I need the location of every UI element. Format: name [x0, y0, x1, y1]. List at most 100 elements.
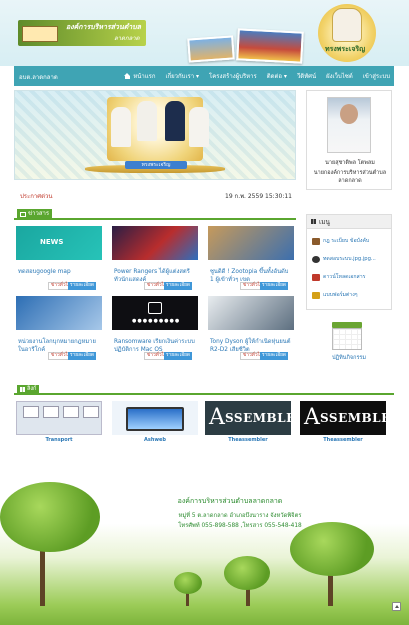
nav-item-home[interactable]: หน้าแรก	[124, 71, 155, 81]
news-thumbnail[interactable]	[208, 226, 294, 260]
site-footer: องค์การบริหารส่วนตำบลลาดกลาด หมู่ที่ 5 ต…	[0, 456, 409, 625]
link-banner-ashweb[interactable]	[112, 401, 198, 435]
password-dots: ●●●●●●●●●	[132, 318, 181, 324]
footer-phone: โทรศัพท์ 055-898-588 ,โทรสาร 055-548-418	[178, 523, 302, 529]
grid-icon	[20, 387, 25, 392]
link-label-ashweb[interactable]: Ashweb	[112, 437, 198, 443]
news-heading: ข่าวสาร	[28, 210, 50, 217]
news-thumbnail[interactable]	[208, 296, 294, 330]
nav-item-contact[interactable]: ติดต่อ ▾	[267, 71, 287, 81]
news-card[interactable]: ซูนดิดี ! Zootopia ขึ้นทั้งอันดับ 1 ผู้เ…	[208, 226, 294, 290]
nav-item-sitemap[interactable]: ผังเว็บไซต์	[326, 71, 353, 81]
nav-item-about[interactable]: เกี่ยวกับเรา ▾	[165, 71, 199, 81]
calendar-grid	[332, 328, 362, 350]
download-icon	[312, 273, 320, 281]
news-detail-button[interactable]: รายละเอียด	[164, 352, 193, 360]
news-detail-button[interactable]: รายละเอียด	[68, 352, 97, 360]
menu-heading: เมนู	[319, 217, 330, 226]
link-banner-theassembler[interactable]: A SSEMBLER	[300, 401, 401, 435]
nav-item-structure[interactable]: โครงสร้างผู้บริหาร	[209, 71, 257, 81]
window-thumb	[23, 406, 39, 418]
link-label-theassembler[interactable]: Theassembler	[300, 437, 386, 443]
menu-item-label: กฎ ระเบียบ ข้อบังคับ	[323, 238, 370, 244]
link-label-theassembler[interactable]: Theassembler	[205, 437, 291, 443]
announcement-datetime: 19 ก.พ. 2559 15:30:11	[225, 193, 292, 200]
users-icon	[312, 255, 320, 263]
menu-item-regulations[interactable]: กฎ ระเบียบ ข้อบังคับ	[312, 235, 369, 247]
main-navbar: อบต.ลาดกลาด หน้าแรก เกี่ยวกับเรา ▾ โครงส…	[14, 66, 394, 86]
monitor-icon	[126, 407, 184, 431]
grid-icon	[311, 219, 316, 224]
news-badge: NEWS	[40, 238, 64, 246]
news-detail-button[interactable]: รายละเอียด	[260, 352, 289, 360]
calendar-icon[interactable]	[330, 320, 366, 350]
tree-canopy	[174, 572, 202, 594]
links-tab[interactable]: ลิงก์	[17, 385, 40, 394]
book-icon	[312, 237, 320, 245]
links-heading: ลิงก์	[27, 386, 37, 392]
tree-canopy	[224, 556, 270, 590]
portrait-figure	[165, 101, 185, 141]
portrait-figure	[137, 101, 157, 141]
footer-title: องค์การบริหารส่วนตำบลลาดกลาด	[177, 497, 283, 505]
menu-item-label: แบบฟอร์มต่างๆ	[323, 292, 358, 298]
portrait-figure	[111, 107, 131, 147]
news-card[interactable]: ●●●●●●●●● Ransomware เรียกเงินค่าระบบปฏิ…	[112, 296, 198, 360]
royal-label: ทรงพระเจริญ	[325, 45, 366, 53]
nav-item-login[interactable]: เข้าสู่ระบบ	[363, 71, 390, 81]
nav-item-video[interactable]: วีดิทัศน์	[297, 71, 316, 81]
home-icon	[124, 73, 131, 79]
announcement-bar: ประกาศด่วน 19 ก.พ. 2559 15:30:11	[14, 190, 296, 200]
news-tab[interactable]: ข่าวสาร	[17, 209, 53, 219]
hero-slider[interactable]: ทรงพระเจริญ	[14, 90, 296, 180]
window-thumb	[43, 406, 59, 418]
assembler-a-mark: A	[304, 405, 320, 430]
menu-item-label: ทดสอบระบบ.jpg.jpg...	[323, 256, 376, 262]
logo-subtitle: ลาดกลาด	[114, 35, 140, 42]
news-detail-button[interactable]: รายละเอียด	[260, 282, 289, 290]
menu-item-label: ดาวน์โหลดเอกสาร	[323, 274, 366, 280]
menu-header: เมนู	[307, 215, 391, 229]
nav-menu: หน้าแรก เกี่ยวกับเรา ▾ โครงสร้างผู้บริหา…	[124, 66, 390, 86]
header-photo-2	[236, 28, 304, 64]
executive-name: นายสุชาติพล โตพลม	[325, 160, 375, 166]
footer-address: หมู่ที่ 5 ต.ลาดกลาด อำเภอบึงนาราง จังหวั…	[178, 513, 302, 519]
logo-title: องค์การบริหารส่วนตำบล	[66, 23, 141, 31]
news-title[interactable]: ทดสอบgoogle map	[18, 268, 100, 276]
slider-ribbon-text: ทรงพระเจริญ	[141, 162, 171, 168]
lock-icon	[148, 302, 162, 314]
news-grid: NEWS ทดสอบgoogle map ข่าวทั่วไป รายละเอี…	[14, 226, 296, 366]
news-thumbnail[interactable]	[16, 296, 102, 330]
site-logo[interactable]: องค์การบริหารส่วนตำบล ลาดกลาด	[18, 20, 146, 46]
executive-profile: นายสุชาติพล โตพลม นายกองค์การบริหารส่วนต…	[306, 90, 392, 190]
link-banner-transport[interactable]	[16, 401, 102, 435]
news-card[interactable]: หน่วยงานโลกบุกหมายกฎหมายในอารีโกค์ ข่าวท…	[16, 296, 102, 360]
news-card[interactable]: NEWS ทดสอบgoogle map ข่าวทั่วไป รายละเอี…	[16, 226, 102, 290]
document-icon	[312, 291, 320, 299]
menu-item-forms[interactable]: แบบฟอร์มต่างๆ	[312, 289, 358, 301]
news-thumbnail[interactable]: NEWS	[16, 226, 102, 260]
news-thumbnail[interactable]	[112, 226, 198, 260]
nav-brand[interactable]: อบต.ลาดกลาด	[19, 72, 58, 82]
window-thumb	[83, 406, 99, 418]
header-photo-1	[187, 35, 235, 63]
executive-photo	[327, 97, 371, 153]
calendar-link[interactable]: ปฏิทินกิจกรรม	[314, 354, 384, 362]
link-label-transport[interactable]: Transport	[16, 437, 102, 443]
window-thumb	[63, 406, 79, 418]
tree-canopy	[290, 522, 374, 576]
news-thumbnail[interactable]: ●●●●●●●●●	[112, 296, 198, 330]
executive-role: นายกองค์การบริหารส่วนตำบลลาดกลาด	[313, 170, 387, 184]
news-section-header: ข่าวสาร	[14, 208, 296, 220]
back-to-top-button[interactable]	[392, 602, 401, 611]
assembler-a-mark: A	[209, 405, 225, 430]
news-detail-button[interactable]: รายละเอียด	[68, 282, 97, 290]
news-card[interactable]: Tony Dyson ผู้ให้กำเนิดหุ่นยนต์ R2-D2 เส…	[208, 296, 294, 360]
royal-portrait	[332, 8, 362, 42]
menu-item-test[interactable]: ทดสอบระบบ.jpg.jpg...	[312, 253, 376, 265]
portrait-figure	[189, 107, 209, 147]
menu-item-downloads[interactable]: ดาวน์โหลดเอกสาร	[312, 271, 365, 283]
news-card[interactable]: Power Rangers ได้ผู้แต่งสตรีทัวนักแสดงค์…	[112, 226, 198, 290]
link-banner-theassembler[interactable]: A SSEMBLER	[205, 401, 306, 435]
news-detail-button[interactable]: รายละเอียด	[164, 282, 193, 290]
